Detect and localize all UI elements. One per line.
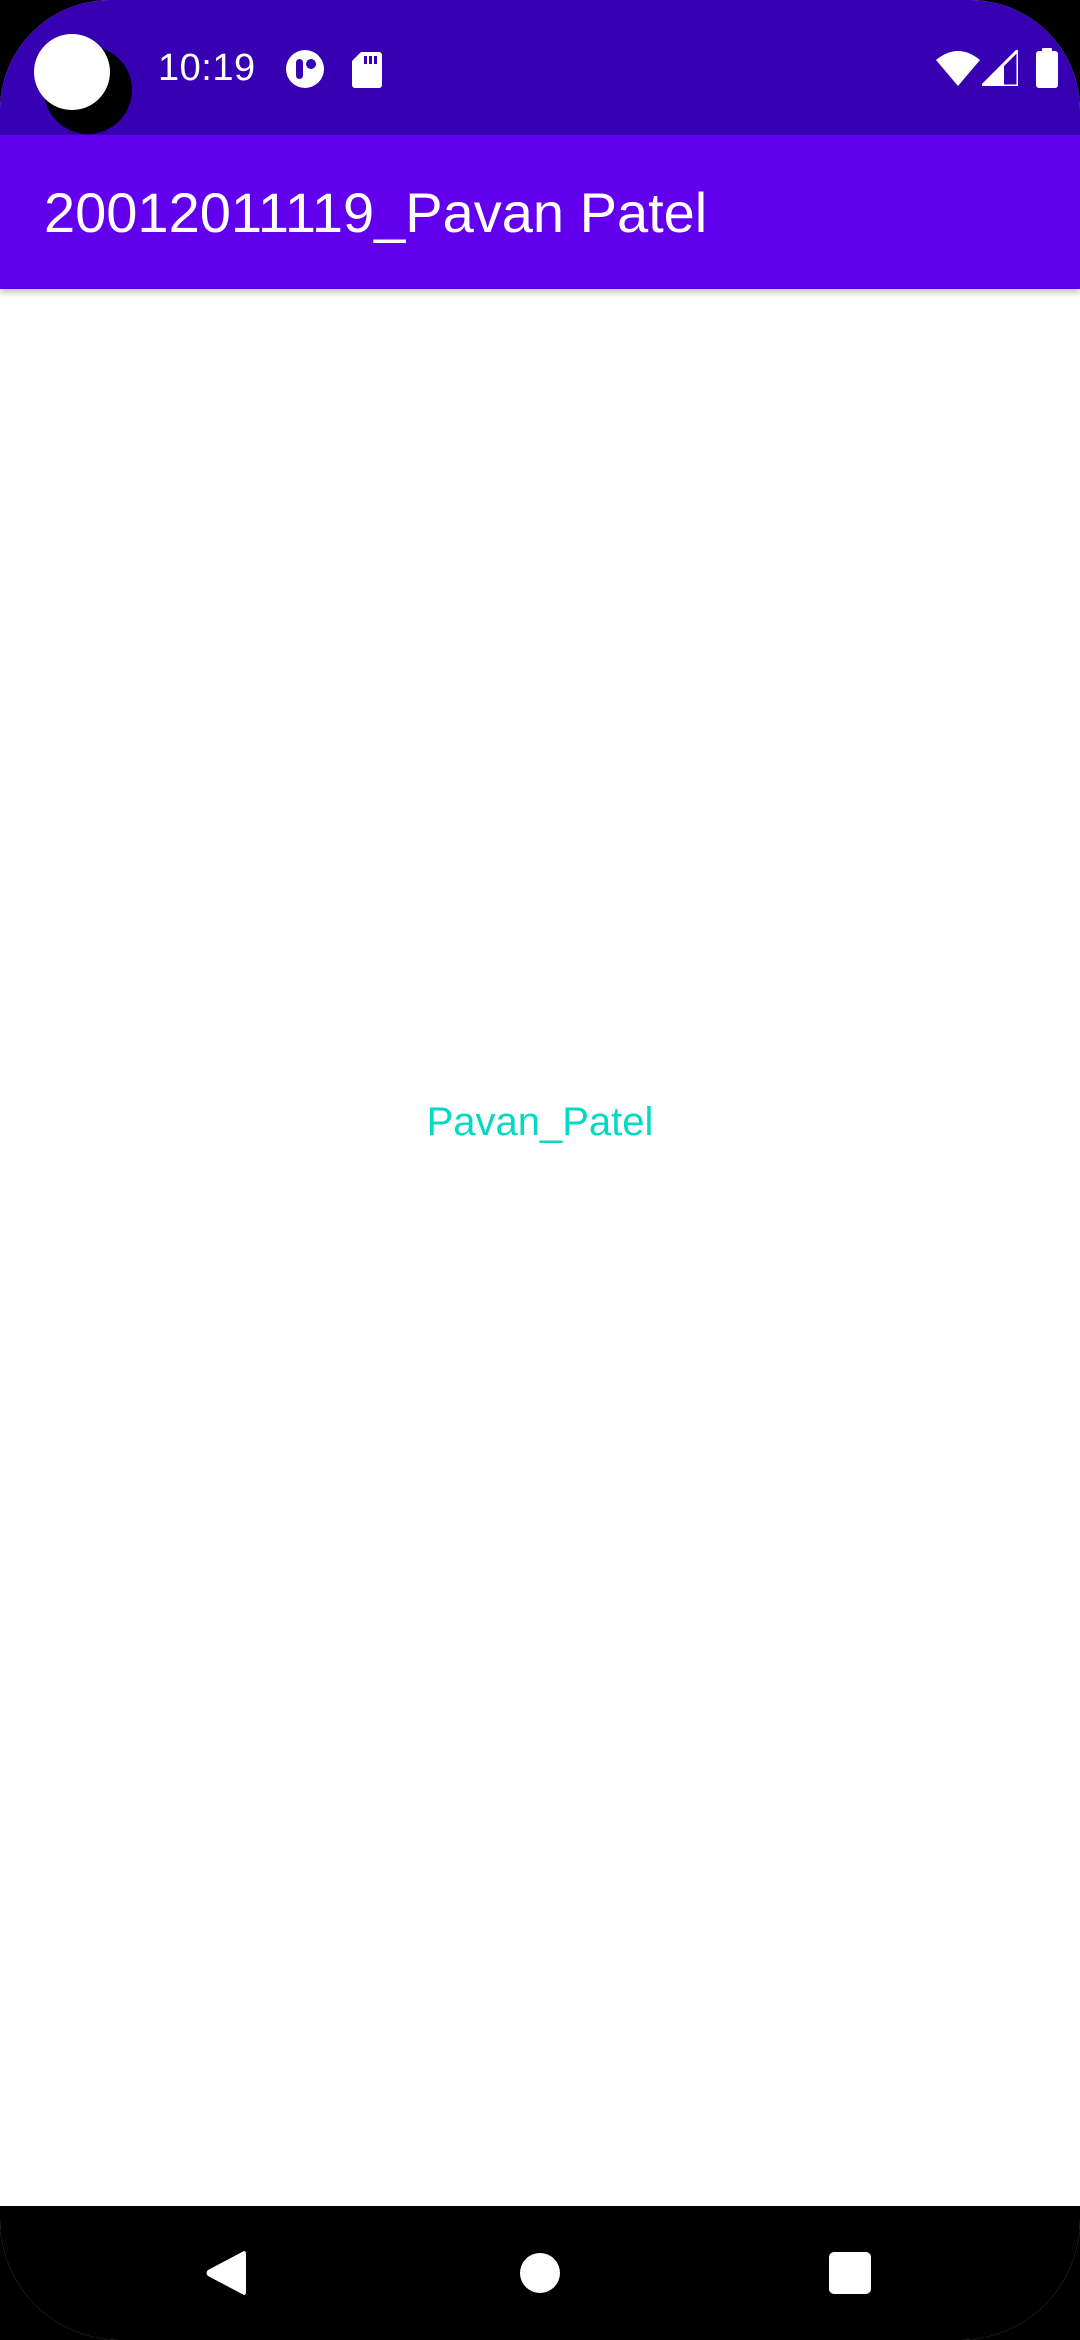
back-button[interactable] bbox=[186, 2238, 266, 2308]
sd-card-icon bbox=[352, 52, 382, 88]
app-bar: 20012011119_Pavan Patel bbox=[0, 135, 1080, 289]
device-screen: 10:19 20012011119_Pavan Patel Pavan_Pate… bbox=[0, 0, 1080, 2340]
home-icon bbox=[520, 2253, 560, 2293]
recents-icon bbox=[829, 2252, 871, 2294]
navigation-bar bbox=[0, 2206, 1080, 2340]
cell-signal-icon bbox=[982, 50, 1018, 86]
wifi-icon bbox=[936, 51, 980, 86]
recents-button[interactable] bbox=[810, 2238, 890, 2308]
back-icon bbox=[206, 2251, 246, 2295]
status-bar: 10:19 bbox=[0, 0, 1080, 135]
app-notification-icon bbox=[286, 50, 324, 88]
status-time: 10:19 bbox=[158, 47, 256, 89]
app-title: 20012011119_Pavan Patel bbox=[44, 181, 708, 244]
battery-icon bbox=[1036, 48, 1058, 88]
front-camera bbox=[34, 34, 132, 134]
name-label: Pavan_Patel bbox=[426, 1100, 654, 1144]
main-content: Pavan_Patel bbox=[0, 289, 1080, 2206]
home-button[interactable] bbox=[500, 2238, 580, 2308]
